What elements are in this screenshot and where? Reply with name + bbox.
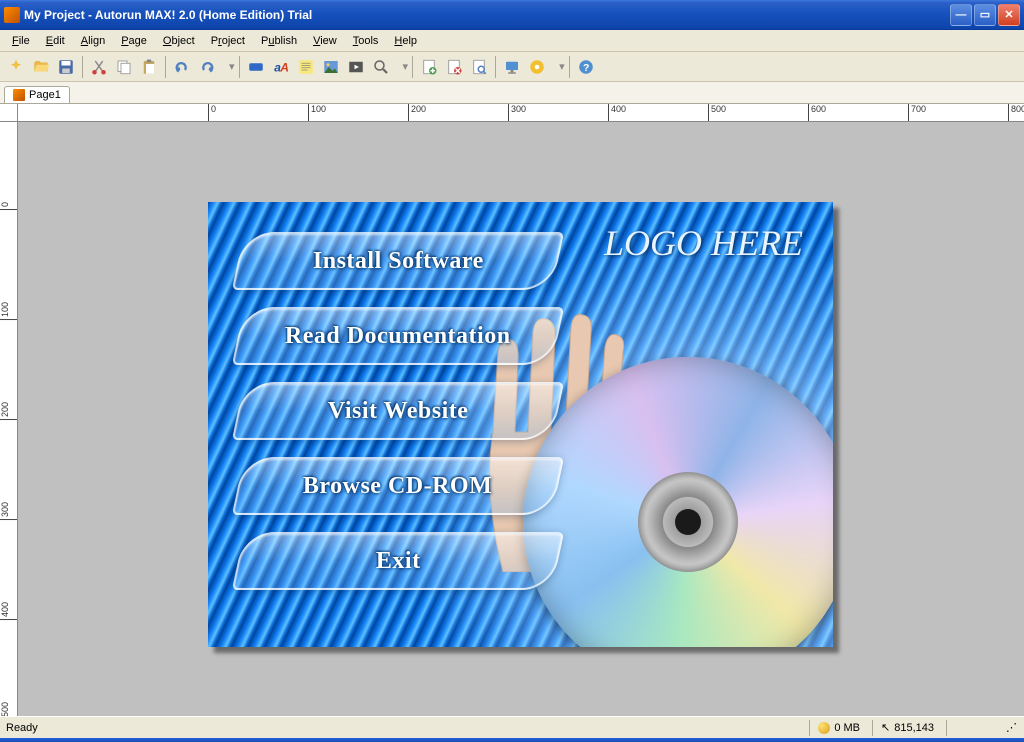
zoom-tool-button[interactable]: [369, 55, 393, 79]
svg-text:?: ?: [583, 61, 589, 73]
copy-button[interactable]: [112, 55, 136, 79]
status-coords: ↖ 815,143: [872, 720, 934, 736]
button-object-button[interactable]: [244, 55, 268, 79]
menu-object[interactable]: Object: [155, 33, 203, 49]
menu-file[interactable]: File: [4, 33, 38, 49]
status-ready: Ready: [6, 720, 797, 736]
menu-edit[interactable]: Edit: [38, 33, 73, 49]
tab-label: Page1: [29, 89, 61, 101]
canvas-background: LOGO HERE Install Software Read Document…: [208, 202, 833, 647]
menu-view[interactable]: View: [305, 33, 345, 49]
canvas-page[interactable]: LOGO HERE Install Software Read Document…: [208, 202, 833, 647]
coin-icon: [818, 722, 830, 734]
menu-bar: File Edit Align Page Object Project Publ…: [0, 30, 1024, 52]
title-bar: My Project - Autorun MAX! 2.0 (Home Edit…: [0, 0, 1024, 30]
menu-project[interactable]: Project: [203, 33, 253, 49]
ruler-horizontal[interactable]: 0 100 200 300 400 500 600 700 800: [18, 104, 1024, 122]
app-icon: [4, 7, 20, 23]
close-button[interactable]: ✕: [998, 4, 1020, 26]
undo-button[interactable]: [170, 55, 194, 79]
cut-button[interactable]: [87, 55, 111, 79]
tab-page1[interactable]: Page1: [4, 86, 70, 103]
menu-align[interactable]: Align: [73, 33, 113, 49]
status-spacer: [946, 720, 986, 736]
exit-button[interactable]: Exit: [232, 532, 564, 590]
canvas-viewport[interactable]: LOGO HERE Install Software Read Document…: [18, 122, 1024, 716]
new-button[interactable]: [4, 55, 28, 79]
image-object-button[interactable]: [319, 55, 343, 79]
label-object-button[interactable]: aA: [269, 55, 293, 79]
work-area: 0 100 200 300 400 500 600 700 800 0 100 …: [0, 104, 1024, 716]
window-title: My Project - Autorun MAX! 2.0 (Home Edit…: [24, 8, 950, 22]
open-button[interactable]: [29, 55, 53, 79]
save-button[interactable]: [54, 55, 78, 79]
menu-tools[interactable]: Tools: [345, 33, 387, 49]
resize-grip[interactable]: ⋰: [998, 720, 1018, 736]
menu-publish[interactable]: Publish: [253, 33, 305, 49]
ruler-vertical[interactable]: 0 100 200 300 400 500: [0, 122, 18, 716]
logo-placeholder[interactable]: LOGO HERE: [604, 222, 803, 264]
visit-website-button[interactable]: Visit Website: [232, 382, 564, 440]
maximize-button[interactable]: ▭: [974, 4, 996, 26]
toolbar: ▾ aA ▾ ▾ ?: [0, 52, 1024, 82]
minimize-button[interactable]: —: [950, 4, 972, 26]
help-button[interactable]: ?: [574, 55, 598, 79]
paragraph-object-button[interactable]: [294, 55, 318, 79]
run-button[interactable]: [500, 55, 524, 79]
read-documentation-button[interactable]: Read Documentation: [232, 307, 564, 365]
taskbar: [0, 738, 1024, 742]
menu-help[interactable]: Help: [386, 33, 425, 49]
burn-button[interactable]: [525, 55, 549, 79]
svg-text:A: A: [279, 60, 289, 74]
status-memory: 0 MB: [809, 720, 860, 736]
preview-button[interactable]: [467, 55, 491, 79]
tab-bar: Page1: [0, 82, 1024, 104]
redo-button[interactable]: [195, 55, 219, 79]
paste-button[interactable]: [137, 55, 161, 79]
cursor-icon: ↖: [881, 721, 890, 734]
cd-disc-image: [523, 357, 833, 647]
menu-page[interactable]: Page: [113, 33, 155, 49]
install-software-button[interactable]: Install Software: [232, 232, 564, 290]
add-page-button[interactable]: [417, 55, 441, 79]
video-object-button[interactable]: [344, 55, 368, 79]
browse-cdrom-button[interactable]: Browse CD-ROM: [232, 457, 564, 515]
page-icon: [13, 89, 25, 101]
ruler-corner: [0, 104, 18, 122]
remove-page-button[interactable]: [442, 55, 466, 79]
status-bar: Ready 0 MB ↖ 815,143 ⋰: [0, 716, 1024, 738]
